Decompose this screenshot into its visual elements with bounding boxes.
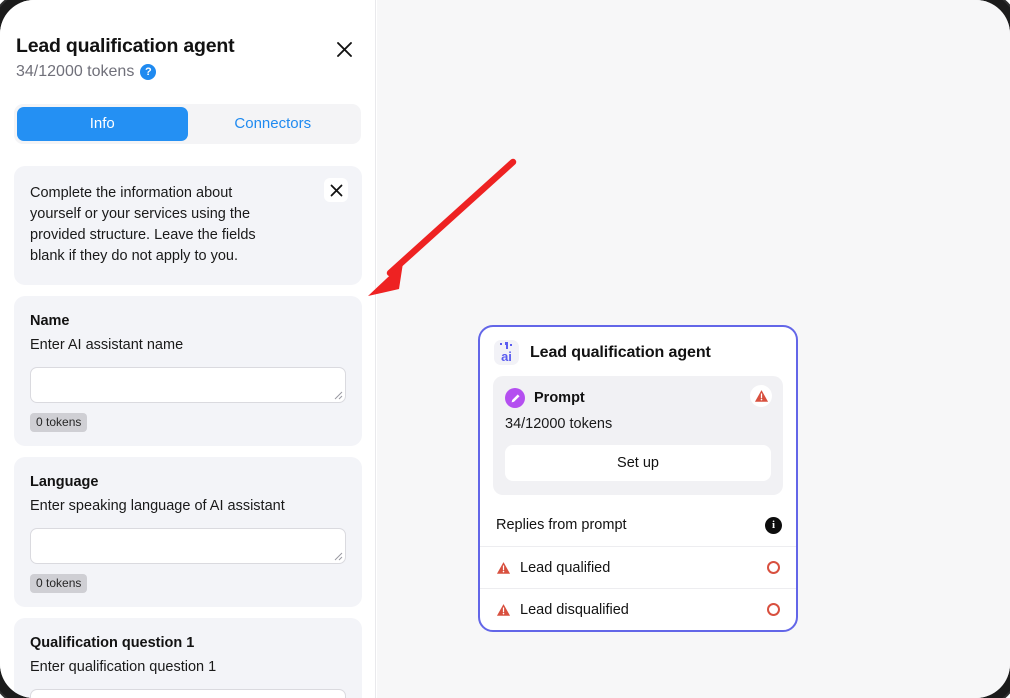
output-port[interactable] <box>767 561 780 574</box>
warning-triangle-icon <box>496 561 511 575</box>
field-input-wrap <box>30 528 346 564</box>
info-icon[interactable]: i <box>765 516 782 534</box>
node-title: Lead qualification agent <box>530 343 711 361</box>
agent-node-card[interactable]: ai Lead qualification agent Prompt 34/12… <box>478 325 798 632</box>
field-description: Enter AI assistant name <box>30 337 184 353</box>
warning-glyph <box>496 561 511 574</box>
token-usage-row: 34/12000 tokens ? <box>16 62 359 82</box>
qualification-question-1-input[interactable] <box>30 689 346 698</box>
info-notice: Complete the information about yourself … <box>14 166 362 285</box>
pencil-glyph <box>511 393 520 402</box>
help-circle-icon[interactable]: ? <box>140 64 157 80</box>
output-port[interactable] <box>767 603 780 616</box>
app-window: Lead qualification agent 34/12000 tokens… <box>0 0 1010 698</box>
tab-connectors[interactable]: Connectors <box>188 107 359 141</box>
info-notice-text: Complete the information about yourself … <box>30 185 256 264</box>
close-icon <box>330 184 342 196</box>
page-title: Lead qualification agent <box>16 35 235 57</box>
field-input-wrap <box>30 367 346 403</box>
field-token-badge: 0 tokens <box>30 413 88 432</box>
field-token-badge: 0 tokens <box>30 574 88 593</box>
close-icon <box>336 41 352 57</box>
prompt-token-usage: 34/12000 tokens <box>505 416 613 432</box>
node-header: ai Lead qualification agent <box>480 327 796 376</box>
prompt-warning-badge[interactable] <box>750 385 772 407</box>
field-card-name: Name Enter AI assistant name 0 tokens <box>14 296 362 446</box>
field-label: Qualification question 1 <box>30 635 195 651</box>
field-card-qualification-question-1: Qualification question 1 Enter qualifica… <box>14 618 362 698</box>
warning-glyph <box>496 603 511 616</box>
edit-pencil-icon <box>505 388 525 408</box>
field-label: Name <box>30 313 70 329</box>
field-description: Enter speaking language of AI assistant <box>30 498 285 514</box>
token-usage-text: 34/12000 tokens <box>16 63 135 80</box>
field-card-language: Language Enter speaking language of AI a… <box>14 457 362 607</box>
name-input[interactable] <box>30 367 346 403</box>
output-label: Replies from prompt <box>496 517 627 533</box>
language-input[interactable] <box>30 528 346 564</box>
dismiss-notice-button[interactable] <box>324 178 348 202</box>
warning-triangle-icon <box>496 603 511 617</box>
output-row-lead-disqualified: Lead disqualified <box>480 588 796 630</box>
agent-config-panel: Lead qualification agent 34/12000 tokens… <box>0 0 376 698</box>
field-label: Language <box>30 474 99 490</box>
tab-info[interactable]: Info <box>17 107 188 141</box>
panel-header: Lead qualification agent 34/12000 tokens… <box>0 0 375 82</box>
field-description: Enter qualification question 1 <box>30 659 217 675</box>
prompt-block: Prompt 34/12000 tokens Set up <box>493 376 783 495</box>
warning-triangle-icon <box>754 390 768 402</box>
output-row-replies-from-prompt: Replies from prompt i <box>480 504 796 546</box>
ai-sparkle-icon: ai <box>494 340 519 365</box>
prompt-label: Prompt <box>534 390 585 406</box>
output-label: Lead disqualified <box>520 601 629 618</box>
set-up-button[interactable]: Set up <box>505 445 771 481</box>
output-row-lead-qualified: Lead qualified <box>480 546 796 588</box>
prompt-row: Prompt <box>505 388 771 408</box>
panel-scroll-area[interactable]: Complete the information about yourself … <box>0 152 375 698</box>
flow-canvas[interactable]: ai Lead qualification agent Prompt 34/12… <box>377 0 1010 698</box>
close-panel-button[interactable] <box>331 36 357 62</box>
field-input-wrap <box>30 689 346 698</box>
panel-tabs: Info Connectors <box>14 104 361 144</box>
output-label: Lead qualified <box>520 559 611 576</box>
